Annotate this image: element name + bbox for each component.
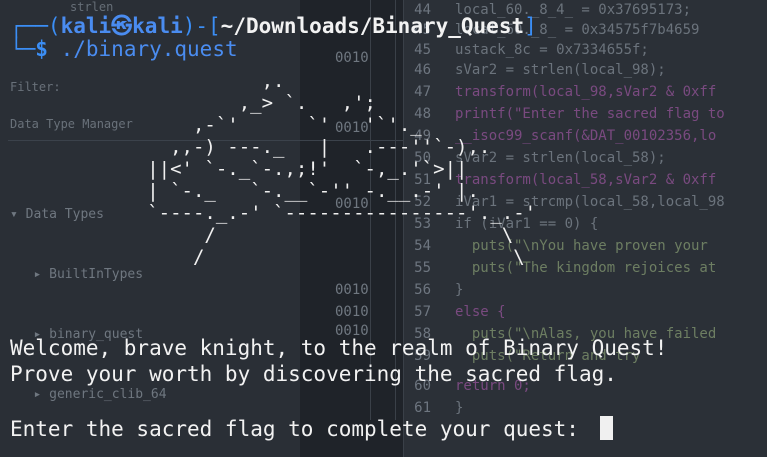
prompt-line: ┌──(kali㉿kali)-[~/Downloads/Binary_Quest… <box>10 10 537 40</box>
prompt-close: ] <box>524 14 537 38</box>
input-prompt: Enter the sacred flag to complete your q… <box>10 417 592 441</box>
prompt-user: kali <box>60 14 112 38</box>
castle-ascii-art: ,. ,_> `. ,'; ,-`' `' '`'._ ,,-) ---._ |… <box>147 70 537 268</box>
skull-icon: ㉿ <box>111 14 133 38</box>
prompt-host: kali <box>132 14 183 38</box>
prompt-open: ┌──( <box>10 14 61 38</box>
welcome-message: Welcome, brave knight, to the realm of B… <box>10 336 668 360</box>
command-line: └─$ ./binary.quest <box>10 37 238 61</box>
prompt-dollar: $ <box>35 37 48 61</box>
prove-message: Prove your worth by discovering the sacr… <box>10 362 617 386</box>
terminal[interactable]: ┌──(kali㉿kali)-[~/Downloads/Binary_Quest… <box>0 0 767 457</box>
prompt-corner: └─ <box>10 37 36 61</box>
flag-input-line[interactable]: Enter the sacred flag to complete your q… <box>10 416 613 441</box>
prompt-mid: )-[ <box>182 14 221 38</box>
text-cursor[interactable] <box>599 416 613 440</box>
prompt-path: ~/Downloads/Binary_Quest <box>220 14 525 38</box>
command-text: ./binary.quest <box>60 37 238 61</box>
